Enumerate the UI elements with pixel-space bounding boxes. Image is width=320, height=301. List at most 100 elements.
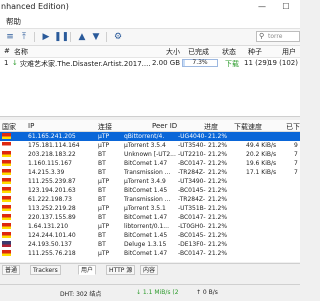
peer-row[interactable]: 111.255.239.87 μTP μTorrent 3.4.9 -UT3490- 2… — [0, 177, 300, 186]
peer-row[interactable]: 14.215.3.39 BT Transmission ... -TR284Z- 21.… — [0, 168, 300, 177]
peer-row[interactable]: 113.252.219.28 μTP μTorrent 3.5.1 -UT351B- 2… — [0, 204, 300, 213]
col-num[interactable]: # — [4, 47, 10, 55]
peer-progress: 21.2% — [208, 160, 228, 167]
peer-row[interactable]: 220.137.155.89 BT BitComet 1.47 -BC0147- 21.… — [0, 213, 300, 222]
peer-ip: 61.222.198.73 — [28, 196, 72, 203]
flag-icon — [2, 133, 11, 139]
peer-client: Transmission ... — [124, 196, 171, 203]
peer-connection: BT — [98, 241, 106, 248]
tab-peers[interactable]: 用户 — [78, 265, 97, 275]
peer-progress: 21.2% — [208, 250, 228, 257]
peer-progress: 21.2% — [208, 205, 228, 212]
peer-client: BitComet 1.45 — [124, 232, 168, 239]
pause-icon[interactable]: ❚❚ — [54, 31, 69, 43]
col-seeds[interactable]: 种子 — [248, 47, 262, 57]
move-up-icon[interactable]: ▲ — [76, 31, 88, 43]
peer-client: qBittorrent/4. — [124, 133, 165, 140]
flag-icon — [2, 160, 11, 166]
tab-http-sources[interactable]: HTTP 源 — [106, 265, 136, 275]
torrent-row[interactable]: 1 ↓ 灾难艺术家.The.Disaster.Artist.2017.... 2… — [0, 58, 300, 69]
tab-general[interactable]: 普通 — [2, 265, 21, 275]
peer-id-tag: -UT2210- — [178, 151, 206, 158]
col-ip[interactable]: IP — [28, 122, 34, 130]
minimize-button[interactable]: — — [252, 0, 272, 14]
menu-help[interactable]: 帮助 — [6, 16, 21, 27]
peer-download-speed: 19.6 KiB/s — [246, 160, 277, 167]
peer-progress: 21.2% — [208, 187, 228, 194]
col-name[interactable]: 名称 — [14, 47, 28, 57]
peer-list: 国家 IP 连接 Peer ID 进度 下载速度 已下 61.165.241.2… — [0, 120, 300, 262]
peer-download-speed: 49.4 KiB/s — [246, 142, 277, 149]
peer-connection: BT — [98, 214, 106, 221]
toolbar-separator — [106, 32, 107, 42]
tab-content[interactable]: 内容 — [140, 265, 159, 275]
peer-connection: μTP — [98, 133, 110, 140]
move-down-icon[interactable]: ▼ — [90, 31, 102, 43]
peer-id-tag: -UG4040- — [178, 133, 207, 140]
col-peers[interactable]: 用户 — [282, 47, 296, 57]
col-progress[interactable]: 进度 — [204, 122, 218, 132]
peer-row[interactable]: 1.160.115.167 BT BitComet 1.47 -BC0147- 21.2… — [0, 159, 300, 168]
flag-icon — [2, 142, 11, 148]
move-top-icon[interactable]: ⤒ — [18, 31, 30, 43]
peer-row[interactable]: 175.181.114.164 μTP μTorrent 3.5.4 -UT3540-… — [0, 141, 300, 150]
downloading-icon: ↓ — [12, 59, 18, 67]
peer-client: Deluge 1.3.15 — [124, 241, 167, 248]
peer-row[interactable]: 111.255.76.218 μTP BitComet 1.47 -BC0147- 21… — [0, 249, 300, 258]
progress-text: 7.3% — [192, 59, 208, 66]
peer-client: μTorrent 3.5.1 — [124, 205, 166, 212]
peer-ip: 24.193.50.137 — [28, 241, 72, 248]
peer-download-speed: 17.1 KiB/s — [246, 169, 277, 176]
peer-client: BitComet 1.47 — [124, 250, 168, 257]
peer-row[interactable]: 124.244.101.40 BT BitComet 1.45 -BC0145- 21.… — [0, 231, 300, 240]
flag-icon — [2, 250, 11, 256]
peer-client: libtorrent/0.1... — [124, 223, 169, 230]
tab-trackers[interactable]: Trackers — [30, 265, 61, 275]
peer-ip: 124.244.101.40 — [28, 232, 76, 239]
flag-icon — [2, 232, 11, 238]
peer-client: BitComet 1.47 — [124, 160, 168, 167]
peer-connection: μTP — [98, 223, 110, 230]
col-country[interactable]: 国家 — [2, 122, 16, 132]
torrent-name: 灾难艺术家.The.Disaster.Artist.2017.... — [20, 60, 151, 68]
menu-bar: 帮助 — [0, 14, 300, 29]
flag-icon — [2, 151, 11, 157]
menu-icon[interactable]: ≡ — [4, 31, 16, 43]
peer-row[interactable]: 123.194.201.63 BT BitComet 1.45 -BC0145- 21.… — [0, 186, 300, 195]
peer-ip: 220.137.155.89 — [28, 214, 76, 221]
peer-row[interactable]: 203.218.183.22 BT Unknown [-UT2... -UT2210-… — [0, 150, 300, 159]
peer-row[interactable]: 24.193.50.137 BT Deluge 1.3.15 -DE13F0- 21.2… — [0, 240, 300, 249]
peer-connection: BT — [98, 196, 106, 203]
toolbar: ≡ ⤒ ▶ ❚❚ ▲ ▼ ⚙ ⚲ torre — [0, 29, 300, 46]
peer-downloaded: 7 — [294, 151, 298, 158]
peer-id-tag: -BC0147- — [178, 250, 206, 257]
peer-downloaded: 7 — [294, 169, 298, 176]
col-conn[interactable]: 连接 — [98, 122, 112, 132]
peer-ip: 1.160.115.167 — [28, 160, 72, 167]
col-downloaded[interactable]: 已下 — [286, 122, 300, 132]
peer-client: BitComet 1.45 — [124, 187, 168, 194]
dht-status: DHT: 302 结点 — [60, 291, 102, 298]
col-speed[interactable]: 下载速度 — [234, 122, 262, 132]
flag-icon — [2, 178, 11, 184]
peer-row[interactable]: 61.165.241.205 μTP qBittorrent/4. -UG4040- 2… — [0, 132, 300, 141]
peer-downloaded: 9 — [294, 142, 298, 149]
peer-ip: 175.181.114.164 — [28, 142, 80, 149]
peer-client: Transmission ... — [124, 169, 171, 176]
torrent-num: 1 — [4, 59, 9, 67]
peer-connection: BT — [98, 232, 106, 239]
col-size[interactable]: 大小 — [166, 47, 180, 57]
col-status[interactable]: 状态 — [222, 47, 236, 57]
peer-row[interactable]: 61.222.198.73 BT Transmission ... -TR284Z- 2… — [0, 195, 300, 204]
peer-id-tag: -UT3540- — [178, 142, 206, 149]
col-peer-id[interactable]: Peer ID — [152, 122, 177, 130]
peer-row[interactable]: 1.64.131.210 μTP libtorrent/0.1... -LT0GH0-… — [0, 222, 300, 231]
settings-icon[interactable]: ⚙ — [112, 31, 124, 43]
col-done[interactable]: 已完成 — [188, 47, 209, 57]
status-bar: DHT: 302 结点 ↓ 1.1 MiB/s (2 ↑ 0 B/s — [0, 284, 300, 301]
maximize-button[interactable]: ☐ — [276, 0, 296, 14]
flag-icon — [2, 196, 11, 202]
download-rate: ↓ 1.1 MiB/s (2 — [136, 289, 179, 296]
play-icon[interactable]: ▶ — [40, 31, 52, 43]
search-input[interactable]: ⚲ torre — [256, 31, 300, 42]
